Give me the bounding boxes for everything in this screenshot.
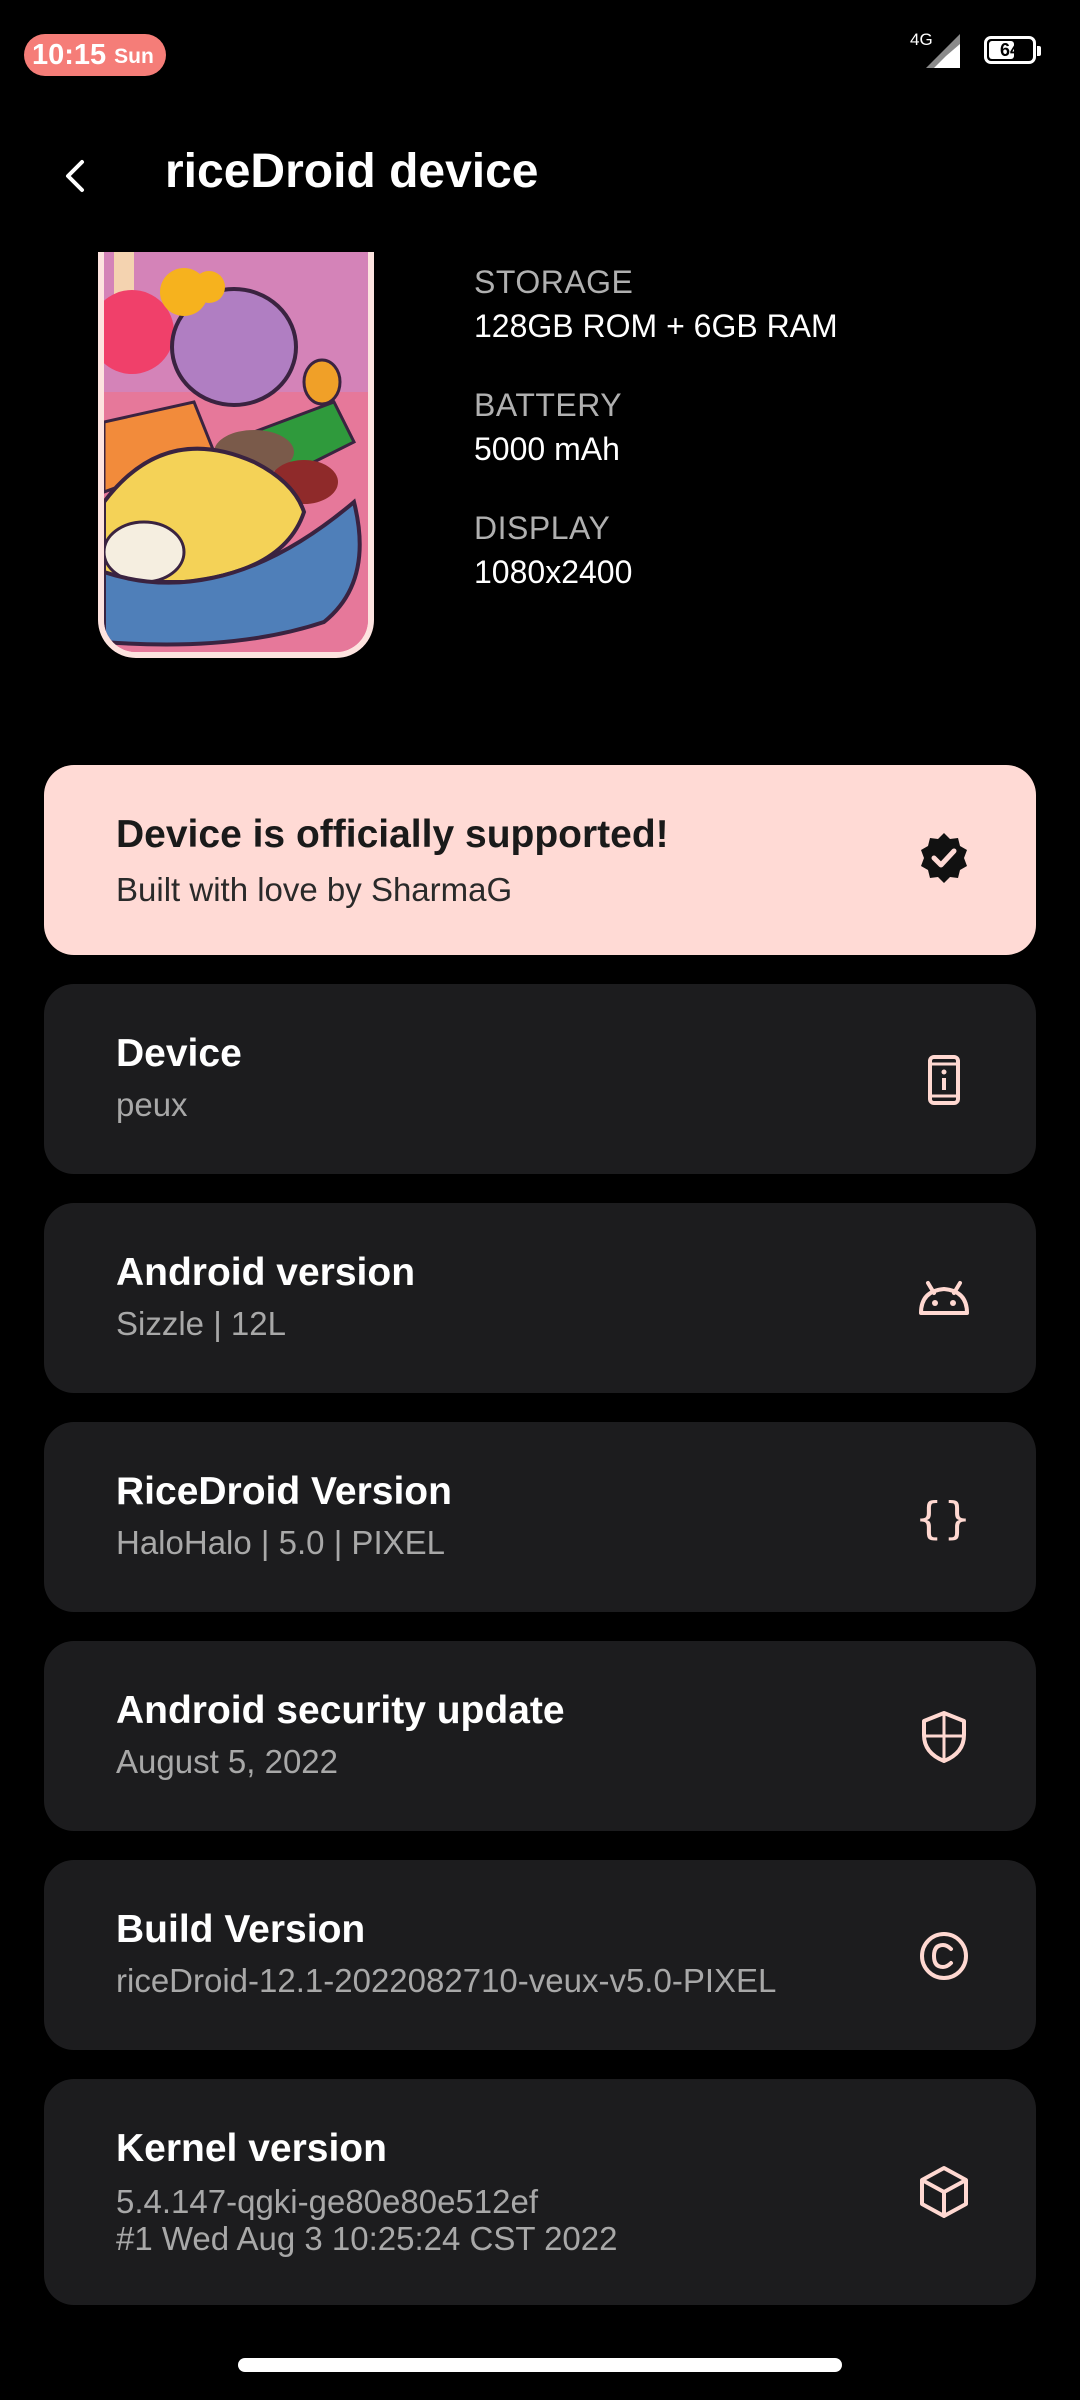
network-type-label: 4G (910, 30, 933, 49)
back-button[interactable] (50, 150, 102, 202)
card-subtitle: peux (116, 1086, 188, 1123)
card-subtitle-line-2: #1 Wed Aug 3 10:25:24 CST 2022 (116, 2220, 618, 2257)
spec-battery: BATTERY 5000 mAh (474, 385, 838, 473)
status-icons: 4G 64 (910, 30, 1041, 70)
spec-value: 5000 mAh (474, 431, 620, 467)
signal-icon: 4G (910, 30, 964, 70)
battery-level: 64 (999, 39, 1021, 60)
shield-icon (916, 1709, 972, 1765)
card-subtitle-line-1: 5.4.147-qgki-ge80e80e512ef (116, 2183, 539, 2220)
card-title: Android version (116, 1251, 416, 1294)
page-title: riceDroid device (165, 145, 539, 198)
card-title: Device (116, 1032, 242, 1075)
card-title: Device is officially supported! (116, 813, 669, 856)
spec-label: BATTERY (474, 387, 623, 423)
arrow-back-icon (66, 160, 84, 192)
verified-badge-icon (916, 830, 972, 886)
code-braces-glyph: {} (915, 1492, 973, 1544)
card-title: Kernel version (116, 2127, 387, 2170)
card-subtitle: riceDroid-12.1-2022082710-veux-v5.0-PIXE… (116, 1962, 777, 1999)
status-bar: 10:15 Sun 4G 64 (0, 0, 1080, 110)
card-title: Android security update (116, 1689, 565, 1732)
card-title: RiceDroid Version (116, 1470, 452, 1513)
card-subtitle: HaloHalo | 5.0 | PIXEL (116, 1524, 445, 1561)
phone-info-icon (916, 1052, 972, 1108)
device-card[interactable]: Device peux (44, 984, 1036, 1174)
app-header: riceDroid device (0, 130, 1080, 220)
device-specs: STORAGE 128GB ROM + 6GB RAM BATTERY 5000… (474, 262, 838, 631)
card-subtitle: Built with love by SharmaG (116, 871, 513, 908)
spec-label: STORAGE (474, 264, 634, 300)
card-subtitle: Sizzle | 12L (116, 1305, 286, 1342)
card-subtitle: August 5, 2022 (116, 1743, 339, 1780)
spec-value: 128GB ROM + 6GB RAM (474, 308, 838, 344)
device-illustration (98, 252, 374, 658)
support-status-card[interactable]: Device is officially supported! Built wi… (44, 765, 1036, 955)
clock-day: Sun (114, 45, 154, 68)
clock-time: 10:15 (32, 38, 107, 71)
ricedroid-version-card[interactable]: RiceDroid Version HaloHalo | 5.0 | PIXEL… (44, 1422, 1036, 1612)
code-braces-icon: {} (916, 1490, 972, 1546)
cube-icon (916, 2164, 972, 2220)
spec-value: 1080x2400 (474, 554, 633, 590)
build-version-card[interactable]: Build Version riceDroid-12.1-2022082710-… (44, 1860, 1036, 2050)
clock-pill: 10:15 Sun (24, 34, 166, 76)
card-title: Build Version (116, 1908, 366, 1951)
security-update-card[interactable]: Android security update August 5, 2022 (44, 1641, 1036, 1831)
copyright-icon (916, 1928, 972, 1984)
gesture-nav-handle[interactable] (238, 2358, 842, 2372)
spec-display: DISPLAY 1080x2400 (474, 508, 838, 596)
battery-icon: 64 (984, 36, 1041, 64)
android-version-card[interactable]: Android version Sizzle | 12L (44, 1203, 1036, 1393)
android-icon (916, 1271, 972, 1327)
kernel-version-card[interactable]: Kernel version 5.4.147-qgki-ge80e80e512e… (44, 2079, 1036, 2305)
spec-storage: STORAGE 128GB ROM + 6GB RAM (474, 262, 838, 350)
spec-label: DISPLAY (474, 510, 611, 546)
